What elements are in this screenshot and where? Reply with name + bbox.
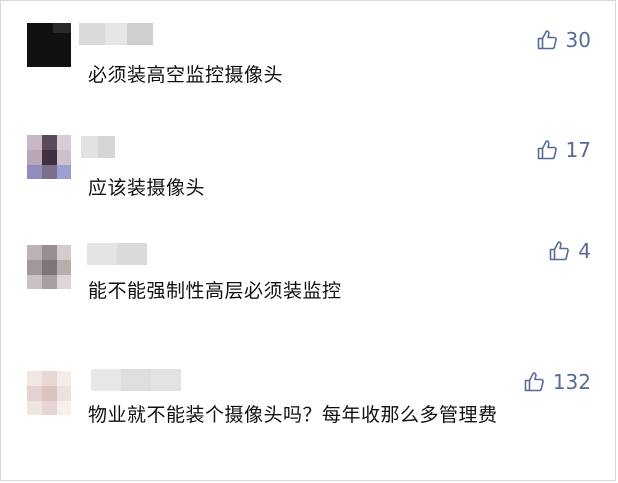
thumbs-up-icon: [524, 372, 544, 392]
avatar[interactable]: [27, 135, 71, 179]
comment-list: 必须装高空监控摄像头 30 应该装摄像头 17 能不能强制性高层必须装监控 4 …: [0, 0, 616, 481]
username-blurred[interactable]: [79, 23, 153, 45]
comment-text: 必须装高空监控摄像头: [88, 64, 284, 86]
comment-text: 物业就不能装个摄像头吗？每年收那么多管理费: [88, 404, 498, 426]
thumbs-up-icon: [549, 241, 570, 261]
comment-text: 应该装摄像头: [88, 177, 206, 199]
comment-text: 能不能强制性高层必须装监控: [88, 280, 342, 302]
username-blurred[interactable]: [91, 369, 181, 391]
comment-item: 能不能强制性高层必须装监控 4: [1, 221, 617, 351]
thumbs-up-icon: [537, 140, 557, 160]
avatar[interactable]: [27, 371, 71, 415]
comment-item: 必须装高空监控摄像头 30: [1, 1, 617, 116]
like-button[interactable]: 30: [536, 27, 591, 53]
like-count: 30: [565, 28, 591, 52]
like-button[interactable]: 4: [548, 238, 591, 264]
username-blurred[interactable]: [81, 136, 115, 158]
avatar[interactable]: [27, 23, 71, 67]
username-blurred[interactable]: [87, 243, 147, 265]
like-count: 4: [578, 239, 591, 263]
avatar[interactable]: [27, 245, 71, 289]
comment-item: 应该装摄像头 17: [1, 116, 617, 221]
like-button[interactable]: 132: [523, 369, 591, 395]
like-count: 132: [552, 370, 591, 394]
like-count: 17: [565, 138, 591, 162]
like-button[interactable]: 17: [536, 137, 591, 163]
thumbs-up-icon: [537, 30, 557, 50]
comment-item: 物业就不能装个摄像头吗？每年收那么多管理费 132: [1, 351, 617, 482]
